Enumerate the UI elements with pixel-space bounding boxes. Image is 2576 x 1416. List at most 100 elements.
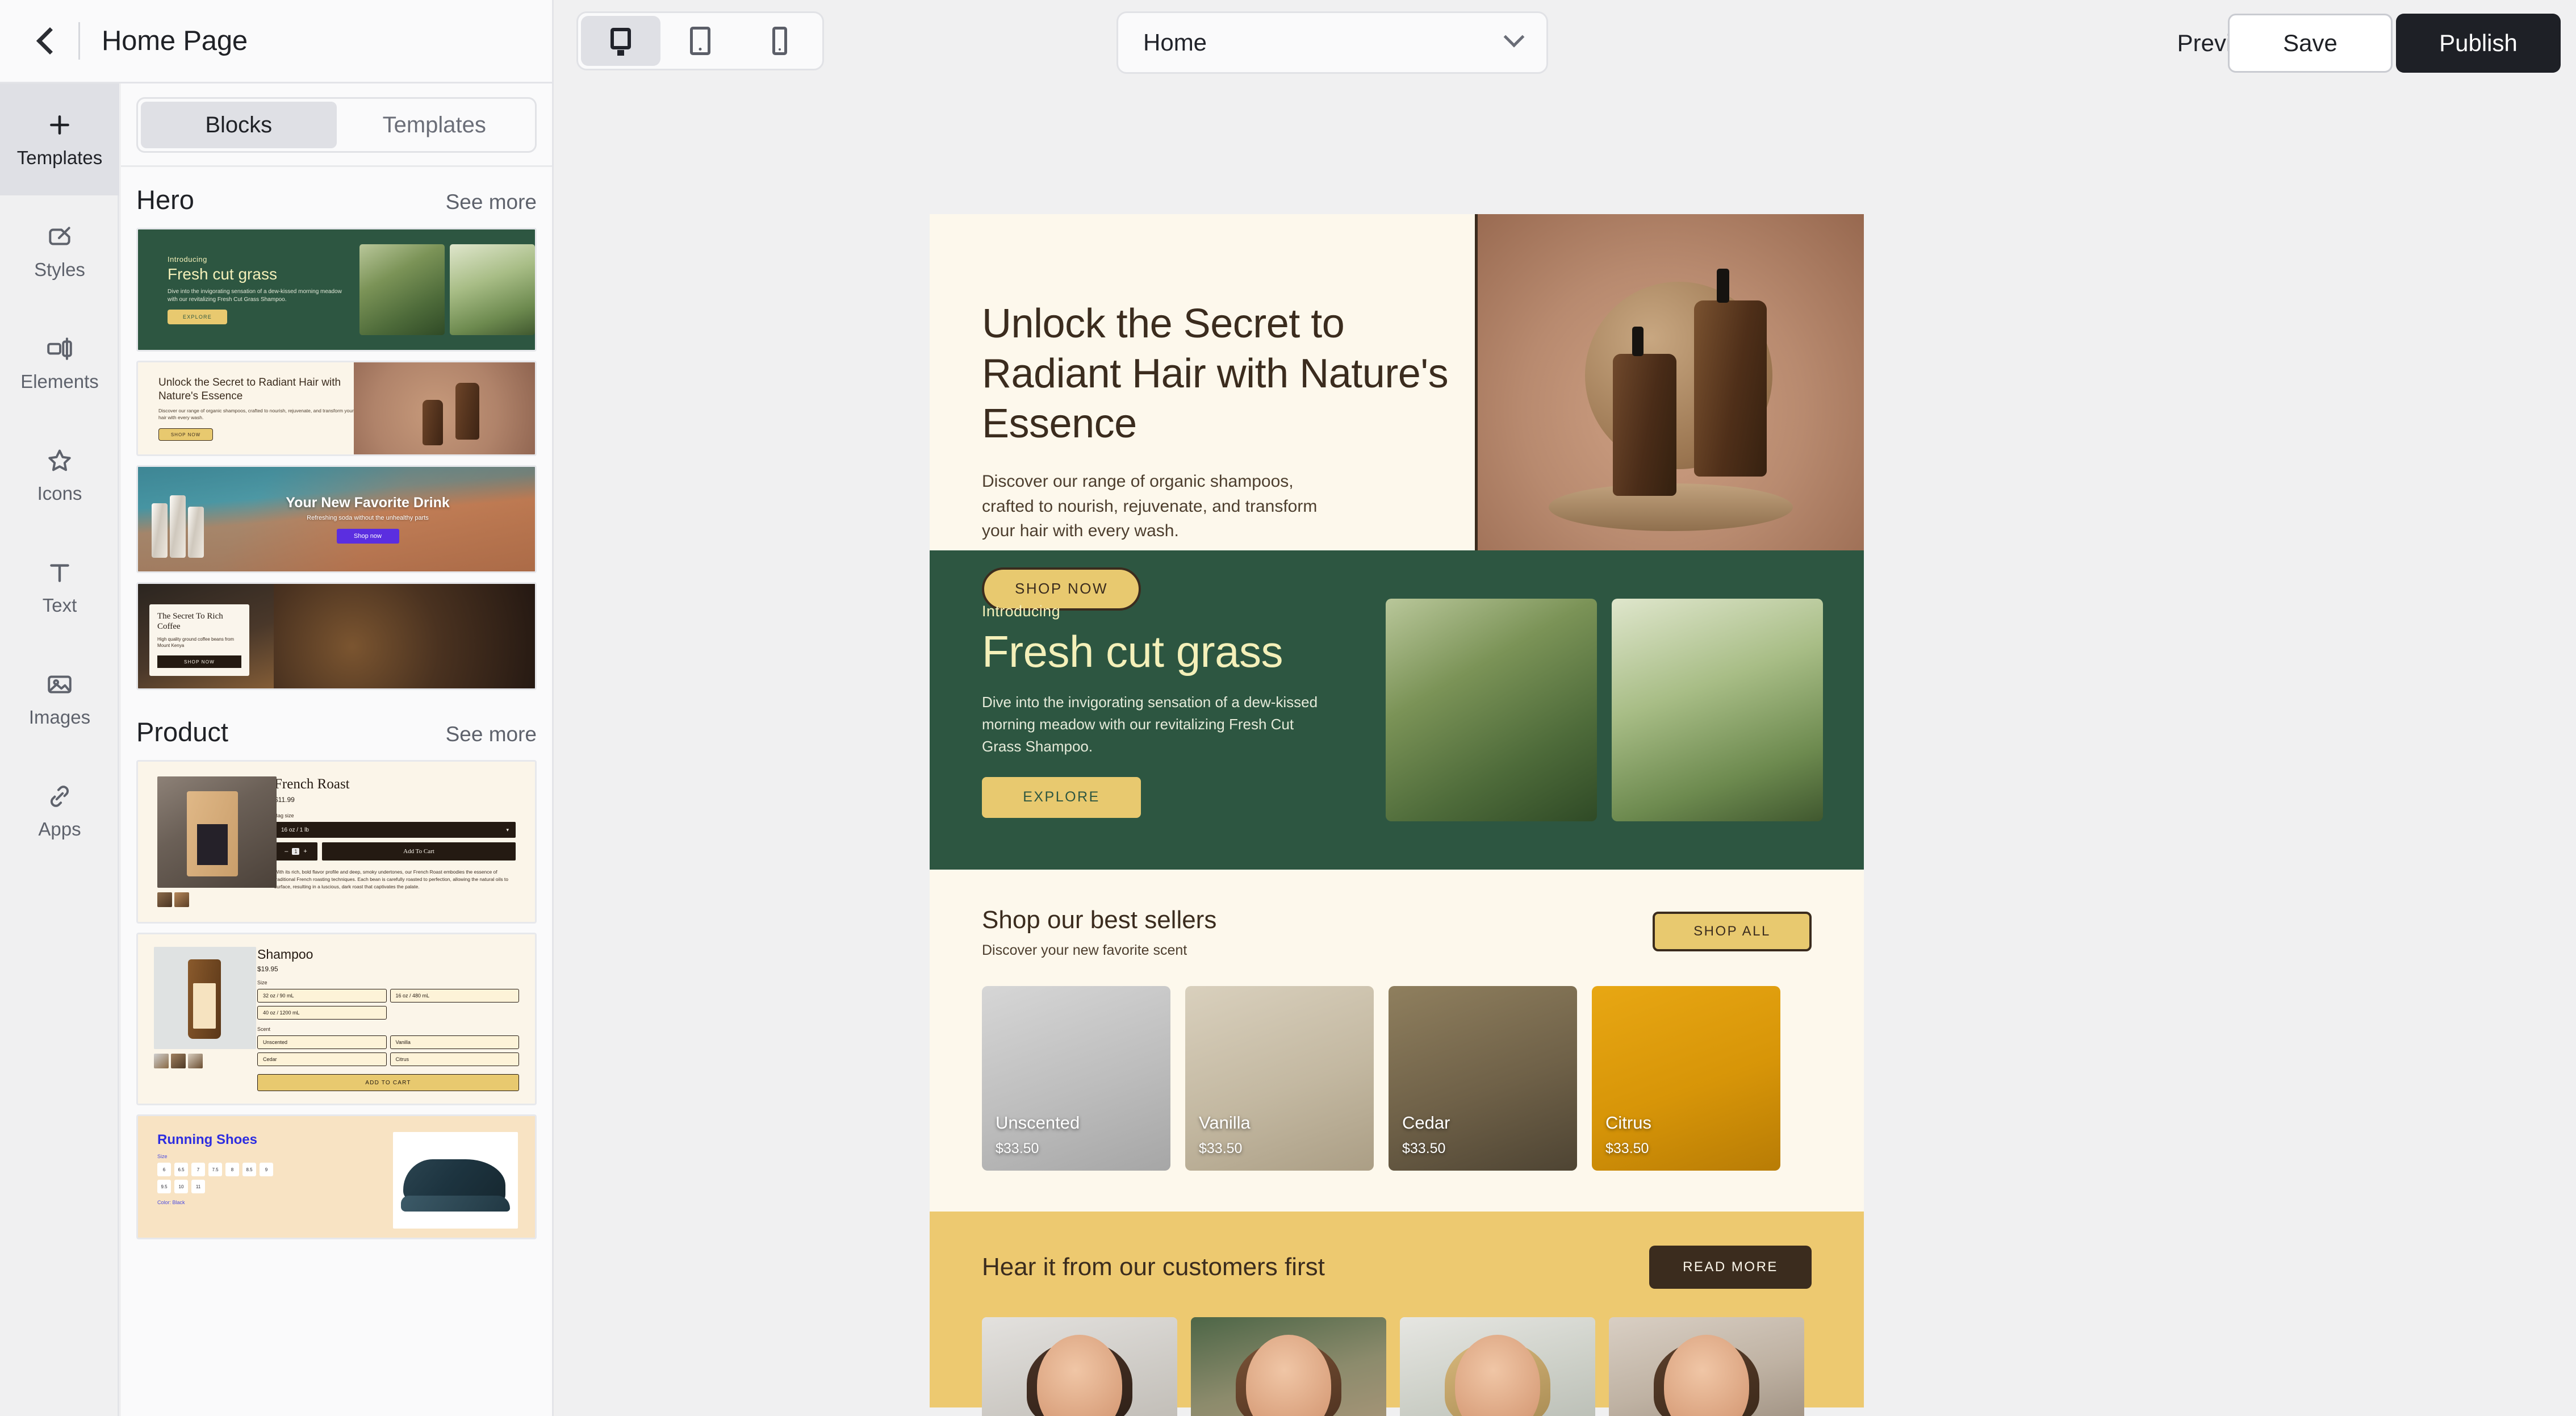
read-more-button[interactable]: READ MORE	[1649, 1246, 1812, 1289]
cart-row: – 1 + Add To Cart	[274, 842, 516, 861]
block-card-running-shoes[interactable]: Running Shoes Size 6 6.5 7 7.5 8 8.5 9 9…	[136, 1114, 537, 1239]
hero-text-column: Unlock the Secret to Radiant Hair with N…	[930, 214, 1475, 611]
size-option[interactable]: 11	[191, 1180, 205, 1193]
add-to-cart-button[interactable]: ADD TO CART	[257, 1074, 519, 1091]
sidebar-item-apps[interactable]: Apps	[0, 755, 119, 867]
quantity-plus[interactable]: +	[303, 848, 307, 855]
sidebar-item-text[interactable]: Text	[0, 531, 119, 643]
sidebar-item-styles[interactable]: Styles	[0, 195, 119, 307]
product-card[interactable]: Citrus $33.50	[1592, 986, 1780, 1171]
editor-canvas[interactable]: Unlock the Secret to Radiant Hair with N…	[555, 83, 2576, 1416]
testimonial-card[interactable]	[1400, 1317, 1595, 1416]
size-option[interactable]: 7	[191, 1163, 205, 1176]
top-bar-right: Home Preview Save Publish	[554, 0, 2576, 83]
bottle-shape	[188, 959, 221, 1039]
thumbnail[interactable]	[174, 892, 189, 907]
publish-button[interactable]: Publish	[2396, 14, 2561, 73]
size-option[interactable]: 10	[174, 1180, 188, 1193]
product-card-name: Cedar	[1402, 1113, 1450, 1133]
page-selector[interactable]: Home	[1116, 11, 1548, 74]
block-card-favorite-drink[interactable]: Your New Favorite Drink Refreshing soda …	[136, 465, 537, 573]
device-desktop-button[interactable]	[581, 16, 660, 66]
sidebar-item-images[interactable]: Images	[0, 643, 119, 755]
quantity-stepper[interactable]: – 1 +	[274, 842, 317, 861]
left-icon-rail: Templates Styles Elements Icons Text Ima…	[0, 83, 119, 1416]
add-to-cart-button[interactable]: Add To Cart	[322, 842, 516, 861]
size-option[interactable]: 16 oz / 480 mL	[390, 989, 519, 1003]
thumbnail[interactable]	[157, 892, 172, 907]
bag-size-value: 16 oz / 1 lb	[281, 826, 309, 833]
best-sellers-grid: Unscented $33.50 Vanilla $33.50 Cedar $3…	[982, 986, 1812, 1171]
quantity-minus[interactable]: –	[285, 848, 288, 855]
best-sellers-subheading: Discover your new favorite scent	[982, 942, 1187, 958]
sidebar-item-elements[interactable]: Elements	[0, 307, 119, 419]
sidebar-item-icons[interactable]: Icons	[0, 419, 119, 531]
block-card-rich-coffee[interactable]: The Secret To Rich Coffee High quality g…	[136, 582, 537, 690]
scent-option[interactable]: Unscented	[257, 1035, 387, 1049]
block-images	[359, 244, 535, 335]
text-t-icon	[45, 558, 74, 587]
scent-option[interactable]: Cedar	[257, 1052, 387, 1066]
thumbnail[interactable]	[154, 1054, 169, 1068]
green-explore-button[interactable]: EXPLORE	[982, 776, 1141, 818]
block-text: Unlock the Secret to Radiant Hair with N…	[138, 362, 354, 454]
product-card[interactable]: Cedar $33.50	[1389, 986, 1577, 1171]
size-option[interactable]: 8	[225, 1163, 239, 1176]
bag-size-select[interactable]: 16 oz / 1 lb ▾	[274, 822, 516, 838]
block-body: Discover our range of organic shampoos, …	[158, 408, 354, 421]
size-option[interactable]: 7.5	[208, 1163, 222, 1176]
testimonial-card[interactable]	[1191, 1317, 1386, 1416]
color-label: Color: Black	[157, 1200, 185, 1205]
thumbnail[interactable]	[171, 1054, 186, 1068]
site-hero-section[interactable]: Unlock the Secret to Radiant Hair with N…	[930, 214, 1864, 611]
thumbnail-strip	[157, 892, 274, 907]
hero-see-more-link[interactable]: See more	[446, 190, 537, 214]
block-card-radiant-hair[interactable]: Unlock the Secret to Radiant Hair with N…	[136, 361, 537, 456]
size-option[interactable]: 9.5	[157, 1180, 171, 1193]
product-see-more-link[interactable]: See more	[446, 722, 537, 746]
site-best-sellers-section[interactable]: Shop our best sellers Discover your new …	[930, 870, 1864, 1212]
back-button[interactable]	[24, 27, 76, 55]
desktop-icon	[606, 26, 635, 56]
product-card-price: $33.50	[996, 1141, 1039, 1156]
size-option[interactable]: 8.5	[242, 1163, 256, 1176]
testimonial-card[interactable]	[1609, 1317, 1804, 1416]
size-label: Size	[157, 1154, 168, 1159]
scent-option[interactable]: Vanilla	[390, 1035, 519, 1049]
product-gallery	[138, 776, 277, 907]
scent-option[interactable]: Citrus	[390, 1052, 519, 1066]
device-tablet-button[interactable]	[660, 16, 740, 66]
testimonial-card[interactable]	[982, 1317, 1177, 1416]
save-button[interactable]: Save	[2228, 14, 2393, 73]
sidebar-item-templates[interactable]: Templates	[0, 83, 119, 195]
block-button: SHOP NOW	[158, 428, 213, 441]
sidebar-label-elements: Elements	[20, 370, 99, 392]
block-text: The Secret To Rich Coffee High quality g…	[149, 604, 249, 676]
size-option[interactable]: 40 oz / 1200 mL	[257, 1006, 387, 1020]
block-body: Refreshing soda without the unhealthy pa…	[307, 515, 429, 521]
site-testimonials-section[interactable]: Hear it from our customers first READ MO…	[930, 1212, 1864, 1416]
device-mobile-button[interactable]	[740, 16, 819, 66]
block-card-fresh-cut-grass[interactable]: Introducing Fresh cut grass Dive into th…	[136, 228, 537, 352]
block-card-french-roast[interactable]: French Roast $11.99 Bag size 16 oz / 1 l…	[136, 760, 537, 924]
sidebar-label-text: Text	[42, 594, 77, 616]
product-card[interactable]: Unscented $33.50	[982, 986, 1170, 1171]
size-option[interactable]: 32 oz / 90 mL	[257, 989, 387, 1003]
block-text: Your New Favorite Drink Refreshing soda …	[138, 467, 535, 571]
thumbnail-strip	[154, 1054, 257, 1068]
size-option[interactable]: 6.5	[174, 1163, 188, 1176]
shop-all-button[interactable]: SHOP ALL	[1653, 912, 1812, 951]
tab-templates[interactable]: Templates	[337, 102, 533, 148]
block-card-shampoo[interactable]: Shampoo $19.95 Size 32 oz / 90 mL 16 oz …	[136, 933, 537, 1105]
face-shape	[1664, 1334, 1749, 1416]
testimonials-heading: Hear it from our customers first	[982, 1253, 1325, 1281]
tab-blocks[interactable]: Blocks	[141, 102, 337, 148]
product-card-price: $33.50	[1605, 1141, 1649, 1156]
product-name: Shampoo	[257, 947, 313, 962]
thumbnail[interactable]	[188, 1054, 203, 1068]
size-option[interactable]: 9	[260, 1163, 273, 1176]
pencil-square-icon	[45, 223, 74, 251]
product-info: Running Shoes Size 6 6.5 7 7.5 8 8.5 9 9…	[138, 1132, 393, 1238]
product-card[interactable]: Vanilla $33.50	[1185, 986, 1374, 1171]
size-option[interactable]: 6	[157, 1163, 171, 1176]
